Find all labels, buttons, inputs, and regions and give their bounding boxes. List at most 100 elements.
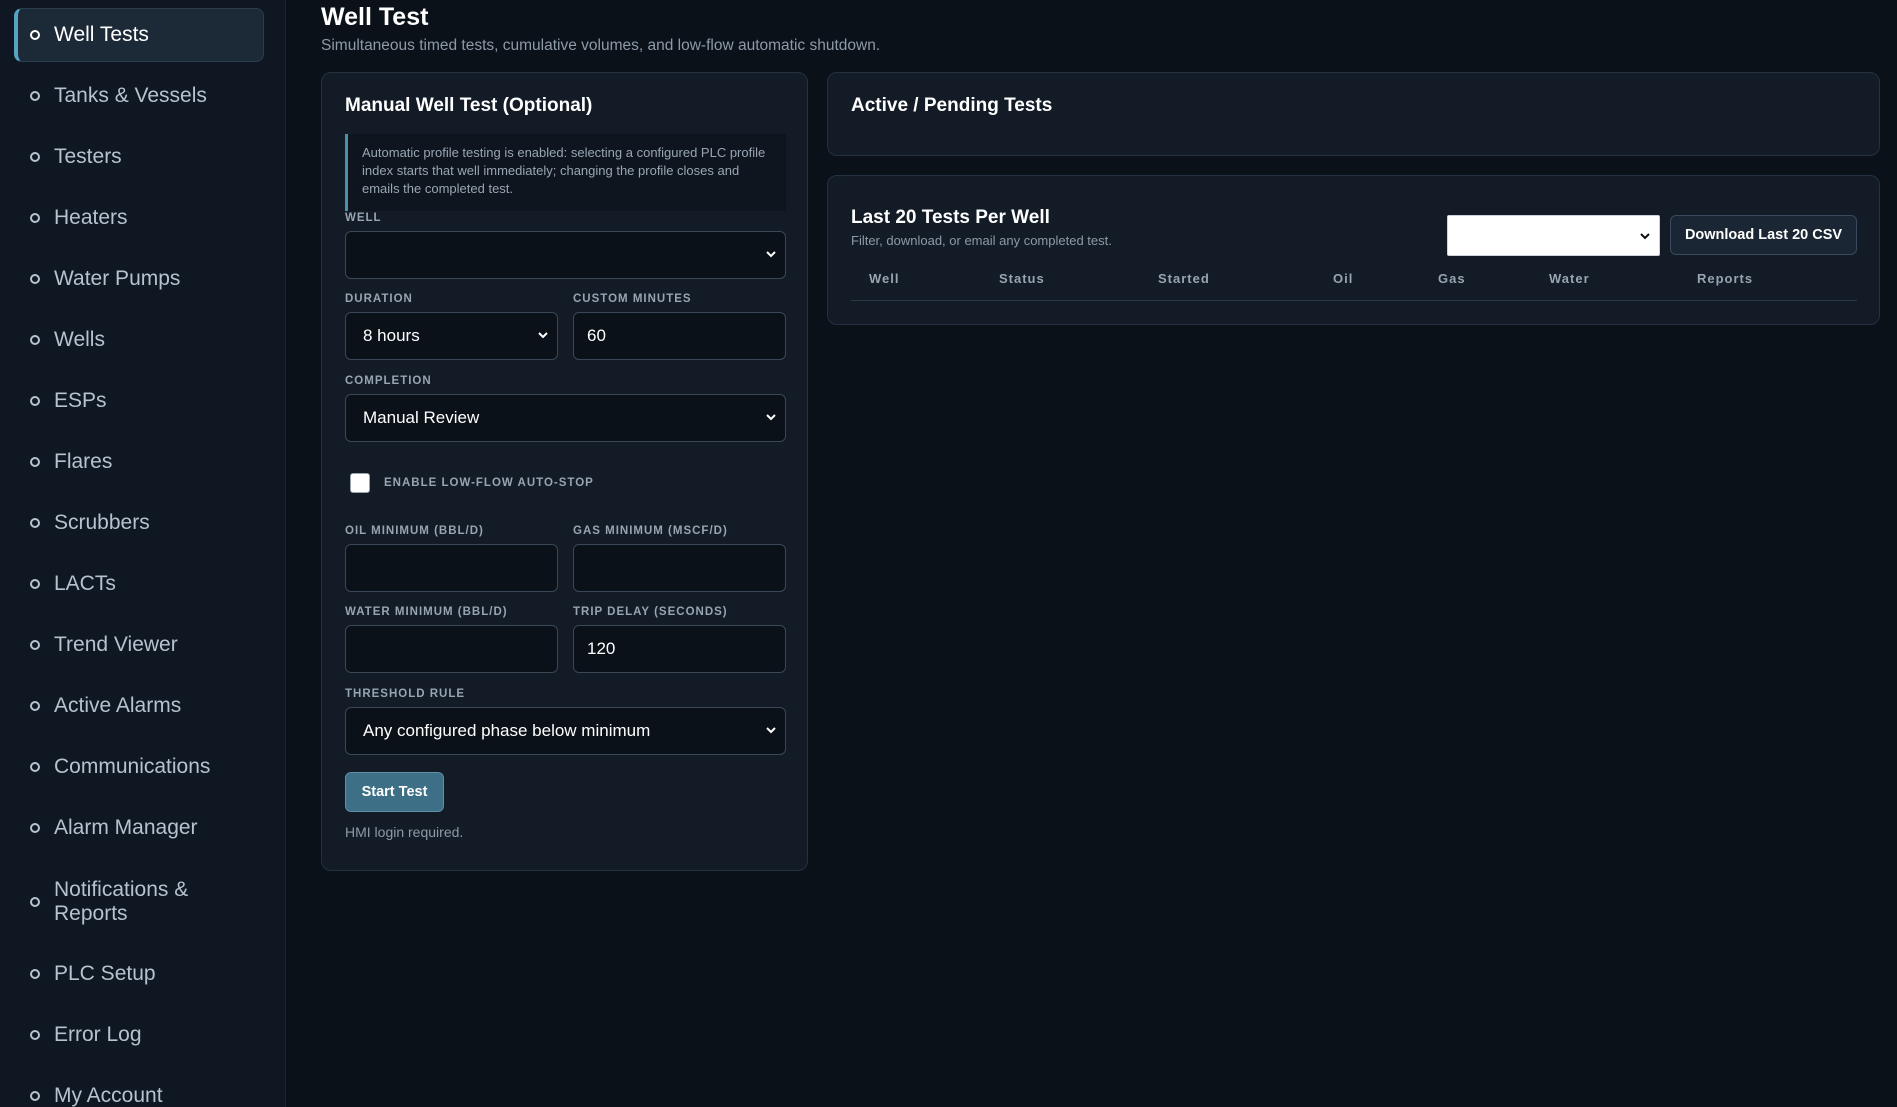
completion-select-value: Manual Review <box>363 408 480 427</box>
sidebar-item-testers[interactable]: Testers <box>14 144 264 170</box>
sidebar-item-label: Alarm Manager <box>54 816 198 839</box>
gas-minimum-input[interactable] <box>573 544 786 592</box>
manual-well-test-title: Manual Well Test (Optional) <box>345 95 593 116</box>
duration-select-value: 8 hours <box>363 326 420 345</box>
sidebar-item-label: Communications <box>54 755 211 778</box>
custom-minutes-value: 60 <box>587 326 606 345</box>
sidebar-item-label: Well Tests <box>54 23 149 46</box>
trip-delay-input[interactable]: 120 <box>573 625 786 673</box>
sidebar-item-plc-setup[interactable]: PLC Setup <box>14 961 264 987</box>
chevron-down-icon <box>766 727 776 734</box>
sidebar-item-communications[interactable]: Communications <box>14 754 264 780</box>
completion-label: Completion <box>345 375 432 387</box>
sidebar-item-flares[interactable]: Flares <box>14 449 264 475</box>
circle-bullet-icon <box>30 30 40 40</box>
start-test-button[interactable]: Start Test <box>345 772 444 812</box>
sidebar-item-label: Tanks & Vessels <box>54 84 207 107</box>
well-select[interactable] <box>345 231 786 279</box>
circle-bullet-icon <box>30 152 40 162</box>
duration-select[interactable]: 8 hours <box>345 312 558 360</box>
sidebar-item-scrubbers[interactable]: Scrubbers <box>14 510 264 536</box>
manual-well-test-card: Manual Well Test (Optional) Automatic pr… <box>321 72 808 871</box>
circle-bullet-icon <box>30 579 40 589</box>
sidebar-item-water-pumps[interactable]: Water Pumps <box>14 266 264 292</box>
sidebar-item-trend-viewer[interactable]: Trend Viewer <box>14 632 264 658</box>
sidebar-item-label: ESPs <box>54 389 107 412</box>
sidebar-item-label: Testers <box>54 145 122 168</box>
low-flow-auto-stop-checkbox[interactable] <box>350 473 370 493</box>
oil-minimum-input[interactable] <box>345 544 558 592</box>
sidebar-item-my-account[interactable]: My Account <box>14 1083 264 1107</box>
sidebar-item-lacts[interactable]: LACTs <box>14 571 264 597</box>
active-pending-tests-title: Active / Pending Tests <box>851 95 1053 116</box>
circle-bullet-icon <box>30 640 40 650</box>
trip-delay-label: Trip Delay (Seconds) <box>573 606 728 618</box>
circle-bullet-icon <box>30 701 40 711</box>
circle-bullet-icon <box>30 213 40 223</box>
sidebar-item-label: Heaters <box>54 206 128 229</box>
auto-profile-info-note: Automatic profile testing is enabled: se… <box>345 134 786 211</box>
sidebar-item-heaters[interactable]: Heaters <box>14 205 264 231</box>
custom-minutes-label: Custom Minutes <box>573 293 692 305</box>
circle-bullet-icon <box>30 396 40 406</box>
circle-bullet-icon <box>30 518 40 528</box>
chevron-down-icon <box>766 414 776 421</box>
water-minimum-input[interactable] <box>345 625 558 673</box>
sidebar-item-label: PLC Setup <box>54 962 156 985</box>
water-minimum-label: Water Minimum (BBL/D) <box>345 606 508 618</box>
sidebar-item-error-log[interactable]: Error Log <box>14 1022 264 1048</box>
login-required-hint: HMI login required. <box>345 824 464 840</box>
circle-bullet-icon <box>30 897 40 907</box>
threshold-rule-label: Threshold Rule <box>345 688 466 700</box>
column-header-gas: Gas <box>1438 271 1466 286</box>
sidebar-item-label: Wells <box>54 328 105 351</box>
circle-bullet-icon <box>30 762 40 772</box>
download-csv-button[interactable]: Download Last 20 CSV <box>1670 215 1857 255</box>
sidebar-item-label: Flares <box>54 450 113 473</box>
page-subtitle: Simultaneous timed tests, cumulative vol… <box>321 37 881 54</box>
trip-delay-value: 120 <box>587 639 616 658</box>
column-header-oil: Oil <box>1333 271 1354 286</box>
circle-bullet-icon <box>30 969 40 979</box>
last-20-tests-subtitle: Filter, download, or email any completed… <box>851 233 1112 248</box>
sidebar-item-label: Water Pumps <box>54 267 181 290</box>
sidebar-item-active-alarms[interactable]: Active Alarms <box>14 693 264 719</box>
circle-bullet-icon <box>30 91 40 101</box>
threshold-rule-value: Any configured phase below minimum <box>363 721 651 740</box>
sidebar-item-label: Notifications & Reports <box>54 878 189 925</box>
oil-minimum-label: Oil Minimum (BBL/D) <box>345 525 484 537</box>
column-header-status: Status <box>999 271 1045 286</box>
column-header-water: Water <box>1549 271 1590 286</box>
circle-bullet-icon <box>30 823 40 833</box>
active-pending-tests-card: Active / Pending Tests <box>827 72 1880 156</box>
low-flow-auto-stop-label: Enable Low-Flow Auto-Stop <box>384 477 594 489</box>
circle-bullet-icon <box>30 1030 40 1040</box>
page-title: Well Test <box>321 3 429 31</box>
sidebar-item-wells[interactable]: Wells <box>14 327 264 353</box>
sidebar-item-well-tests[interactable]: Well Tests <box>14 8 264 62</box>
completion-select[interactable]: Manual Review <box>345 394 786 442</box>
last-20-tests-card: Last 20 Tests Per Well Filter, download,… <box>827 175 1880 325</box>
sidebar-item-tanks-vessels[interactable]: Tanks & Vessels <box>14 83 264 109</box>
sidebar-item-alarm-manager[interactable]: Alarm Manager <box>14 815 264 841</box>
well-filter-select[interactable] <box>1447 215 1660 256</box>
sidebar-item-label: My Account <box>54 1084 163 1107</box>
table-divider <box>851 300 1857 301</box>
custom-minutes-input[interactable]: 60 <box>573 312 786 360</box>
sidebar-item-label: Scrubbers <box>54 511 150 534</box>
sidebar-item-notifications-reports[interactable]: Notifications & Reports <box>14 877 264 927</box>
circle-bullet-icon <box>30 335 40 345</box>
chevron-down-icon <box>538 332 548 339</box>
sidebar-item-esps[interactable]: ESPs <box>14 388 264 414</box>
chevron-down-icon <box>1640 233 1650 240</box>
sidebar-item-label: Active Alarms <box>54 694 182 717</box>
column-header-reports: Reports <box>1697 271 1754 286</box>
well-label: Well <box>345 212 382 224</box>
circle-bullet-icon <box>30 457 40 467</box>
column-header-well: Well <box>869 271 900 286</box>
sidebar-item-label: Trend Viewer <box>54 633 178 656</box>
last-20-tests-title: Last 20 Tests Per Well <box>851 207 1050 228</box>
threshold-rule-select[interactable]: Any configured phase below minimum <box>345 707 786 755</box>
gas-minimum-label: Gas Minimum (MSCF/D) <box>573 525 728 537</box>
chevron-down-icon <box>766 251 776 258</box>
